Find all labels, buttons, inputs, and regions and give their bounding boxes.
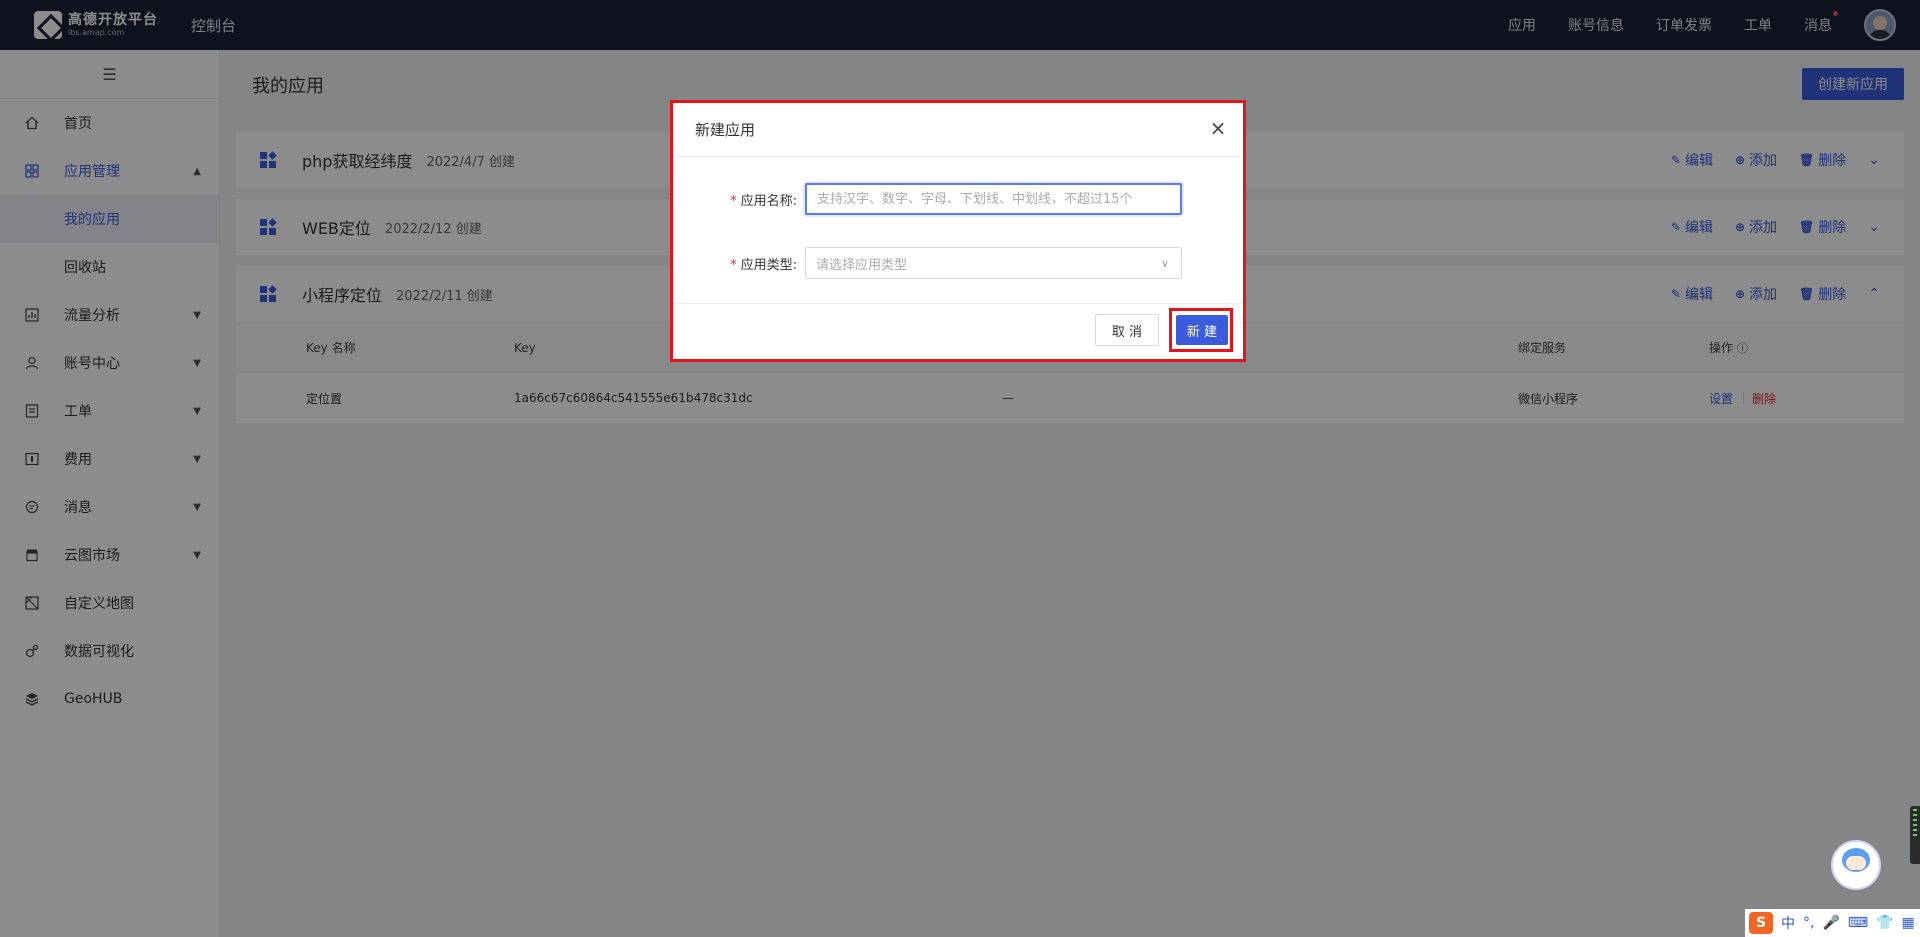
app-type-placeholder: 请选择应用类型 [816,257,908,273]
sogou-icon[interactable]: S [1749,912,1773,934]
app-type-select[interactable]: 请选择应用类型 ∨ [805,247,1182,279]
app-type-label: * 应用类型: [673,254,805,273]
keyboard-icon[interactable]: ⌨ [1848,915,1868,931]
app-name-label: * 应用名称: [673,190,805,209]
toolbox-icon[interactable]: ▦ [1902,915,1915,931]
required-mark: * [730,193,737,209]
create-button-highlight: 新 建 [1169,308,1233,352]
dialog-footer: 取 消 新 建 [673,303,1243,359]
chevron-down-icon: ∨ [1160,256,1169,270]
create-button[interactable]: 新 建 [1176,315,1228,345]
assistant-avatar-icon[interactable] [1831,840,1881,890]
app-type-label-text: 应用类型: [740,257,797,273]
new-app-dialog: 新建应用 × *应用名称: *应用类型: 请选择应用类型 ∨ 取 消 新 建 [670,100,1246,362]
dialog-header: 新建应用 × [673,103,1243,157]
app-name-row: * 应用名称: [673,183,1182,215]
skin-icon[interactable]: 👕 [1876,915,1893,931]
app-type-row: * 应用类型: 请选择应用类型 ∨ [673,247,1182,279]
microphone-icon[interactable]: 🎤 [1822,915,1839,931]
ime-toolbar: S 中 °, 🎤 ⌨ 👕 ▦ [1745,909,1920,937]
dialog-title: 新建应用 [695,121,756,139]
close-icon[interactable]: × [1207,117,1229,139]
app-name-input[interactable] [805,183,1182,215]
ime-chinese[interactable]: 中 [1781,913,1795,933]
cancel-button[interactable]: 取 消 [1095,314,1159,346]
required-mark: * [730,257,737,273]
ime-punctuation[interactable]: °, [1803,915,1814,931]
app-name-label-text: 应用名称: [740,193,797,209]
side-widget[interactable] [1910,806,1920,864]
